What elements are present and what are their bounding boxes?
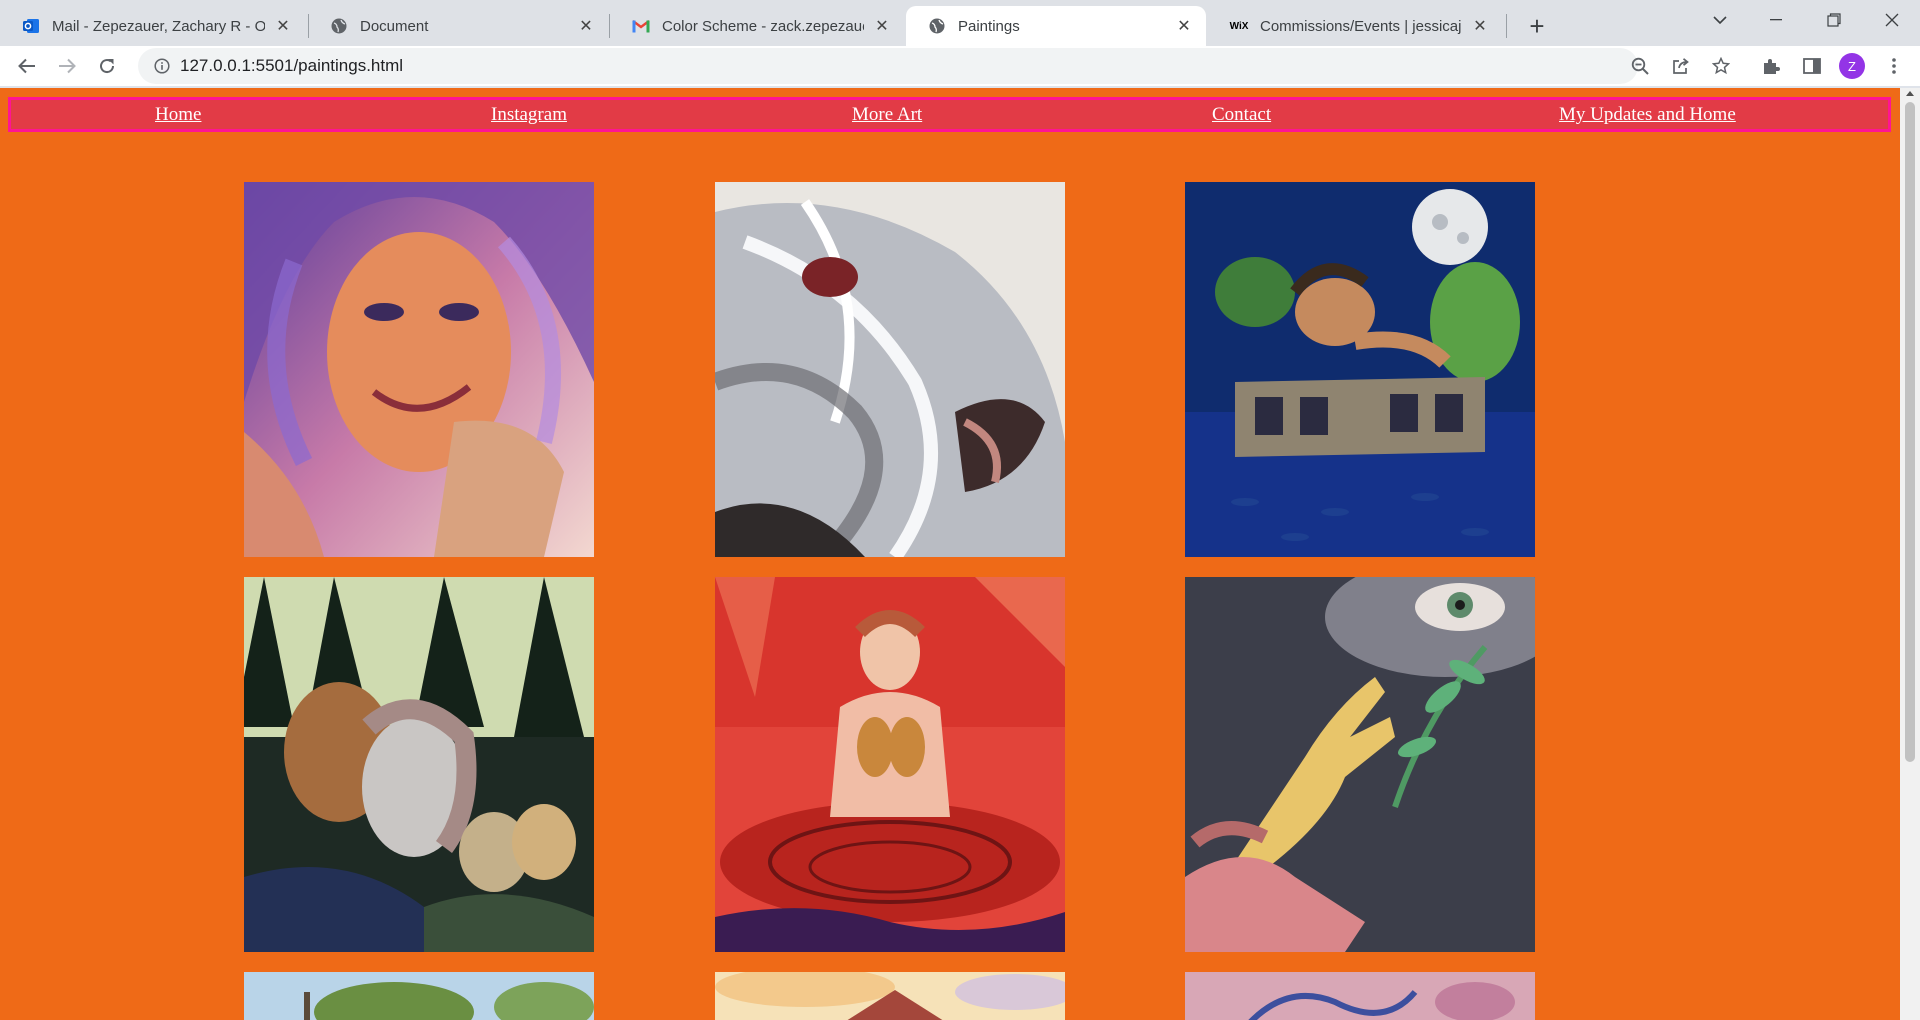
site-info-icon[interactable]	[144, 58, 180, 74]
zoom-out-icon[interactable]	[1623, 49, 1657, 83]
painting-plastic-wrap[interactable]	[715, 182, 1065, 557]
address-bar[interactable]: 127.0.0.1:5501/paintings.html	[138, 48, 1638, 84]
browser-tab-strip: Mail - Zepezauer, Zachary R - Ou ✕ Docum…	[0, 0, 1920, 46]
scroll-up-arrow-icon[interactable]	[1906, 91, 1914, 96]
reload-icon[interactable]	[90, 49, 124, 83]
tab-search-chevron-icon[interactable]	[1692, 0, 1748, 40]
painting-forest-faces[interactable]	[244, 577, 594, 952]
new-tab-plus-icon[interactable]: +	[1520, 9, 1554, 43]
nav-link-updates-home[interactable]: My Updates and Home	[1559, 104, 1736, 126]
browser-tab-color-scheme[interactable]: Color Scheme - zack.zepezauer@ ✕	[610, 6, 904, 46]
site-nav-bar: Home Instagram More Art Contact My Updat…	[8, 97, 1891, 132]
wix-icon: WiX	[1229, 20, 1249, 32]
forward-arrow-icon[interactable]	[50, 49, 84, 83]
browser-tab-document[interactable]: Document ✕	[308, 6, 608, 46]
painting-moon-house[interactable]	[1185, 182, 1535, 557]
browser-tab-title: Color Scheme - zack.zepezauer@	[662, 17, 864, 35]
painting-abstract-figure[interactable]	[1185, 972, 1535, 1020]
scrollbar-thumb[interactable]	[1905, 102, 1915, 762]
close-window-icon[interactable]	[1864, 0, 1920, 40]
globe-icon	[928, 17, 946, 35]
back-arrow-icon[interactable]	[10, 49, 44, 83]
painting-eye-hand[interactable]	[1185, 577, 1535, 952]
nav-link-home[interactable]: Home	[155, 104, 201, 126]
url-text: 127.0.0.1:5501/paintings.html	[180, 56, 404, 75]
painting-house-sky[interactable]	[715, 972, 1065, 1020]
browser-tab-title: Commissions/Events | jessicajanz	[1260, 17, 1462, 35]
globe-icon	[330, 17, 348, 35]
minimize-icon[interactable]	[1748, 0, 1804, 40]
nav-link-contact[interactable]: Contact	[1212, 104, 1271, 126]
browser-tab-title: Paintings	[958, 17, 1020, 35]
close-icon[interactable]: ✕	[872, 16, 892, 36]
gmail-icon	[632, 17, 650, 35]
browser-tab-title: Document	[360, 17, 429, 35]
close-icon[interactable]: ✕	[576, 16, 596, 36]
share-icon[interactable]	[1664, 49, 1698, 83]
outlook-icon	[22, 17, 40, 35]
browser-tab-title: Mail - Zepezauer, Zachary R - Ou	[52, 17, 265, 35]
browser-toolbar: 127.0.0.1:5501/paintings.html Z	[0, 46, 1920, 86]
bookmark-star-icon[interactable]	[1704, 49, 1738, 83]
side-panel-icon[interactable]	[1795, 49, 1829, 83]
menu-kebab-icon[interactable]	[1877, 49, 1911, 83]
browser-tab-paintings[interactable]: Paintings ✕	[906, 6, 1206, 46]
extensions-puzzle-icon[interactable]	[1754, 49, 1788, 83]
browser-tab-commissions[interactable]: WiX Commissions/Events | jessicajanz ✕	[1208, 6, 1502, 46]
painting-red-water[interactable]	[715, 577, 1065, 952]
close-icon[interactable]: ✕	[1470, 16, 1490, 36]
close-icon[interactable]: ✕	[1174, 16, 1194, 36]
profile-avatar[interactable]: Z	[1839, 53, 1865, 79]
tab-divider	[1506, 14, 1507, 38]
nav-link-more-art[interactable]: More Art	[852, 104, 922, 126]
close-icon[interactable]: ✕	[273, 16, 293, 36]
painting-smiling-woman[interactable]	[244, 182, 594, 557]
browser-tab-mail[interactable]: Mail - Zepezauer, Zachary R - Ou ✕	[0, 6, 305, 46]
page-scrollbar[interactable]	[1900, 88, 1920, 1020]
restore-icon[interactable]	[1806, 0, 1862, 40]
page-viewport: Home Instagram More Art Contact My Updat…	[0, 88, 1900, 1020]
painting-landscape-trees[interactable]	[244, 972, 594, 1020]
nav-link-instagram[interactable]: Instagram	[491, 104, 567, 126]
